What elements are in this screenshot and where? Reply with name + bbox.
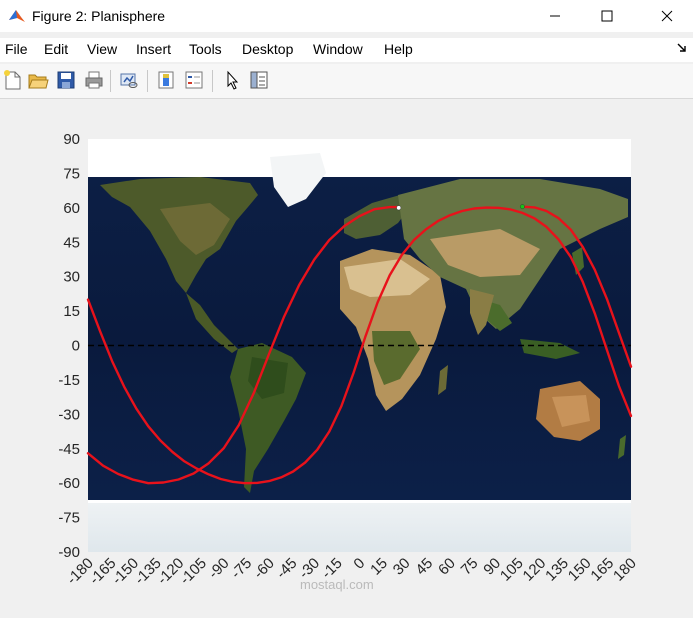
menu-desktop-label: Desktop xyxy=(242,41,294,57)
new-figure-icon xyxy=(4,70,21,90)
legend-icon xyxy=(185,71,203,89)
print-icon xyxy=(85,71,103,89)
save-icon xyxy=(57,71,75,89)
menu-file-label: File xyxy=(5,41,28,57)
menu-help-label: Help xyxy=(384,41,413,57)
y-tick-label: -45 xyxy=(58,441,80,458)
menu-help[interactable]: Help xyxy=(384,41,413,57)
x-tick-label: 180 xyxy=(610,555,640,585)
track-marker-1 xyxy=(396,205,402,211)
close-button[interactable] xyxy=(644,0,690,32)
menu-insert[interactable]: Insert xyxy=(136,41,171,57)
matlab-logo-icon xyxy=(9,10,25,22)
toolbar-separator xyxy=(147,70,148,92)
x-tick-label: 0 xyxy=(350,555,368,573)
y-tick-label: 90 xyxy=(63,131,80,148)
watermark-text: mostaql.com xyxy=(300,577,374,592)
link-plot-icon xyxy=(120,73,138,88)
toolbar-separator xyxy=(212,70,213,92)
toolbar-separator xyxy=(110,70,111,92)
x-tick-label: 75 xyxy=(458,555,482,579)
legend-button[interactable] xyxy=(183,69,205,91)
menu-window[interactable]: Window xyxy=(313,41,363,57)
x-tick-label: -105 xyxy=(177,555,210,588)
link-plot-button[interactable] xyxy=(118,69,140,91)
y-tick-label: 75 xyxy=(63,165,80,182)
menu-view-label: View xyxy=(87,41,118,57)
open-file-button[interactable] xyxy=(27,69,49,91)
menu-view[interactable]: View xyxy=(87,41,117,57)
dock-figure-button[interactable] xyxy=(677,42,687,56)
menu-bar: File Edit View Insert Tools Desktop Wind… xyxy=(0,38,693,62)
maximize-button[interactable] xyxy=(584,0,630,32)
edit-plot-button[interactable] xyxy=(222,69,244,91)
window-title: Figure 2: Planisphere xyxy=(32,8,166,24)
y-tick-label: 30 xyxy=(63,269,80,286)
y-tick-label: -30 xyxy=(58,406,80,423)
y-tick-label: -90 xyxy=(58,544,80,561)
y-tick-label: 45 xyxy=(63,234,80,251)
title-bar: Figure 2: Planisphere xyxy=(0,0,693,32)
x-tick-label: 15 xyxy=(367,555,391,579)
x-tick-label: 30 xyxy=(390,555,414,579)
track-marker-2 xyxy=(519,204,525,210)
menu-edit-label: Edit xyxy=(44,41,69,57)
menu-window-label: Window xyxy=(313,41,363,57)
y-tick-label: 15 xyxy=(63,303,80,320)
menu-tools-label: Tools xyxy=(189,41,222,57)
x-tick-label: 60 xyxy=(435,555,459,579)
menu-tools[interactable]: Tools xyxy=(189,41,222,57)
minimize-button[interactable] xyxy=(532,0,578,32)
planisphere-axes[interactable]: 9075604530150-15-30-45-60-75-90 -180-165… xyxy=(0,99,693,618)
new-figure-button[interactable] xyxy=(2,69,24,91)
y-axis-tick-labels: 90 75 60 45 30 15 0 -15 -30 -45 -60 -75 -90 xyxy=(58,131,80,561)
menu-file[interactable]: File xyxy=(5,41,28,57)
save-button[interactable] xyxy=(55,69,77,91)
close-icon xyxy=(661,10,673,22)
menu-insert-label: Insert xyxy=(136,41,172,57)
colorbar-button[interactable] xyxy=(155,69,177,91)
y-tick-label: -75 xyxy=(58,510,80,527)
y-tick-label: 60 xyxy=(63,200,80,217)
print-button[interactable] xyxy=(83,69,105,91)
dock-arrow-icon xyxy=(677,43,686,52)
pointer-icon xyxy=(227,70,239,90)
maximize-icon xyxy=(601,10,613,22)
figure-canvas[interactable]: 90 75 60 45 30 15 0 -15 -30 -45 -60 -75 -90 -180 -165… xyxy=(0,99,693,618)
y-tick-label: 0 xyxy=(72,338,80,355)
figure-toolbar xyxy=(0,64,693,99)
minimize-icon xyxy=(550,15,560,17)
menu-desktop[interactable]: Desktop xyxy=(242,41,293,57)
property-editor-icon xyxy=(250,71,268,89)
colorbar-icon xyxy=(158,71,174,89)
x-tick-label: 45 xyxy=(412,555,436,579)
y-tick-label: -60 xyxy=(58,475,80,492)
y-tick-label: -15 xyxy=(58,372,80,389)
menu-edit[interactable]: Edit xyxy=(44,41,68,57)
open-file-icon xyxy=(28,74,49,89)
property-editor-button[interactable] xyxy=(248,69,270,91)
